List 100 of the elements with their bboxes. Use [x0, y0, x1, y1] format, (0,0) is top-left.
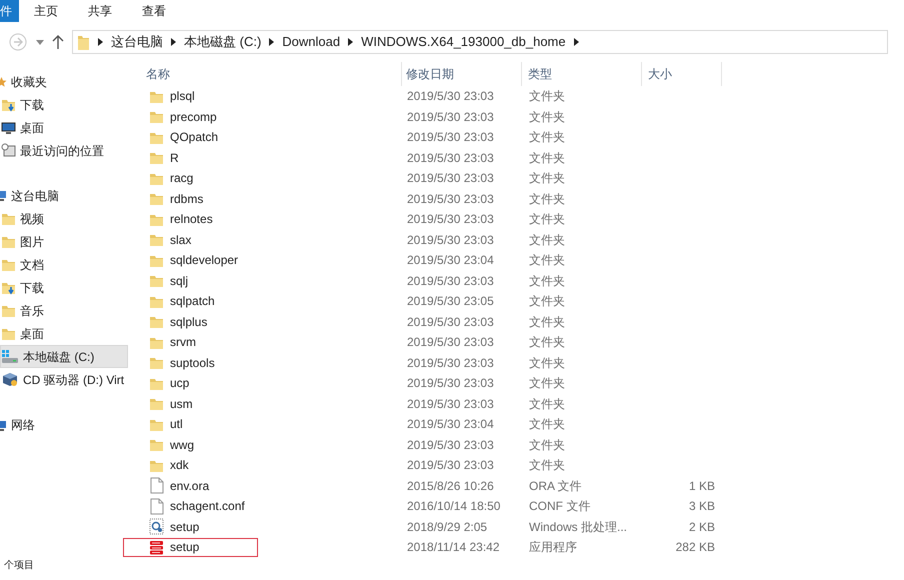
- size-cell-text: 2 KB: [688, 518, 715, 536]
- sidebar-item[interactable]: 本地磁盘 (C:): [0, 345, 128, 368]
- folder-icon: [1, 234, 16, 249]
- folder-icon: [1, 211, 16, 226]
- size-cell-text: 1 KB: [688, 478, 715, 495]
- file-name[interactable]: utl: [170, 415, 183, 434]
- size-cell-text: 282 KB: [674, 539, 715, 556]
- file-name[interactable]: plsql: [170, 87, 195, 106]
- type-cell-text: CONF 文件: [528, 498, 592, 516]
- date-cell-text: 2019/5/30 23:03: [406, 396, 495, 413]
- type-cell-text: ORA 文件: [528, 478, 583, 495]
- file-name[interactable]: wwg: [170, 436, 194, 454]
- ribbon-tab[interactable]: 查看: [127, 0, 181, 22]
- file-name[interactable]: rdbms: [170, 190, 204, 208]
- type-cell-text: 文件夹: [528, 272, 566, 290]
- column-header[interactable]: 大小: [642, 62, 722, 86]
- file-name[interactable]: sqlj: [170, 272, 188, 290]
- column-header[interactable]: 修改日期: [402, 62, 522, 86]
- type-cell-text: 文件夹: [528, 314, 566, 331]
- sidebar-item[interactable]: 下载: [0, 276, 128, 299]
- type-cell-text: 文件夹: [528, 457, 566, 474]
- recent-places-icon: [1, 143, 16, 158]
- sidebar-item[interactable]: 图片: [0, 230, 128, 253]
- type-cell-text: 文件夹: [528, 436, 566, 454]
- date-cell-text: 2019/5/30 23:03: [406, 129, 495, 146]
- date-cell-text: 2019/5/30 23:03: [406, 334, 495, 352]
- file-name[interactable]: QOpatch: [170, 128, 218, 146]
- file-name[interactable]: sqlplus: [170, 312, 208, 331]
- sidebar-item[interactable]: 文档: [0, 253, 128, 276]
- sidebar-heading[interactable]: 网络: [11, 416, 35, 434]
- file-name[interactable]: suptools: [170, 354, 215, 372]
- type-cell-text: 文件夹: [528, 232, 566, 249]
- date-cell-text: 2015/8/26 10:26: [406, 478, 495, 495]
- file-name[interactable]: precomp: [170, 108, 217, 126]
- column-header[interactable]: 类型: [522, 62, 642, 86]
- breadcrumb-item[interactable]: Download: [282, 32, 340, 52]
- address-bar[interactable]: 这台电脑 本地磁盘 (C:) Download WINDOWS.X64_193000_db_home: [72, 30, 888, 54]
- date-cell-text: 2019/5/30 23:03: [406, 170, 495, 188]
- sidebar-item[interactable]: CD 驱动器 (D:) Virt: [0, 368, 128, 391]
- file-name[interactable]: slax: [170, 230, 192, 249]
- folder-icon: [149, 437, 164, 452]
- sidebar-heading[interactable]: 收藏夹: [11, 72, 47, 90]
- file-name[interactable]: relnotes: [170, 210, 213, 228]
- type-cell-text: 文件夹: [528, 375, 566, 392]
- date-cell-text: 2019/5/30 23:03: [406, 272, 495, 290]
- column-header[interactable]: 名称: [146, 62, 402, 86]
- sidebar-item[interactable]: 下载: [0, 93, 128, 116]
- file-name[interactable]: schagent.conf: [170, 497, 245, 516]
- date-cell-text: 2019/5/30 23:03: [406, 150, 495, 167]
- gear-file-icon: [149, 518, 164, 536]
- file-name[interactable]: ucp: [170, 374, 190, 392]
- file-name[interactable]: setup: [170, 538, 200, 556]
- download-folder-icon: [1, 97, 16, 112]
- type-cell-text: 文件夹: [528, 293, 566, 310]
- ribbon-tab[interactable]: 共享: [73, 0, 127, 22]
- sidebar-item[interactable]: 音乐: [0, 299, 128, 322]
- folder-icon: [149, 273, 164, 288]
- breadcrumb-item[interactable]: 本地磁盘 (C:): [184, 32, 262, 52]
- breadcrumb-item[interactable]: 这台电脑: [111, 32, 163, 52]
- folder-icon: [149, 191, 164, 206]
- type-cell-text: 文件夹: [528, 396, 566, 413]
- file-name[interactable]: env.ora: [170, 476, 210, 495]
- date-cell-text: 2019/5/30 23:03: [406, 457, 495, 474]
- type-cell-text: 文件夹: [528, 170, 566, 188]
- file-name[interactable]: srvm: [170, 333, 196, 352]
- sidebar-item[interactable]: 视频: [0, 207, 128, 230]
- date-cell-text: 2019/5/30 23:03: [406, 232, 495, 249]
- file-name[interactable]: xdk: [170, 456, 189, 474]
- folder-icon: [1, 326, 16, 341]
- date-cell-text: 2018/11/14 23:42: [406, 539, 501, 556]
- type-cell-text: 文件夹: [528, 211, 566, 228]
- file-name[interactable]: R: [170, 148, 179, 167]
- type-cell-text: 文件夹: [528, 88, 566, 106]
- file-name[interactable]: setup: [170, 518, 200, 536]
- date-cell-text: 2018/9/29 2:05: [406, 518, 488, 536]
- folder-icon: [1, 303, 16, 318]
- type-cell-text: 文件夹: [528, 416, 566, 434]
- sidebar-heading[interactable]: 这台电脑: [11, 186, 59, 204]
- sidebar-item[interactable]: 最近访问的位置: [0, 139, 128, 162]
- date-cell-text: 2019/5/30 23:05: [406, 293, 495, 310]
- breadcrumb-item[interactable]: WINDOWS.X64_193000_db_home: [361, 32, 566, 52]
- date-cell-text: 2019/5/30 23:03: [406, 375, 495, 392]
- sidebar-item[interactable]: 桌面: [0, 116, 128, 139]
- chevron-icon: [98, 38, 103, 46]
- date-cell-text: 2019/5/30 23:04: [406, 252, 495, 270]
- ribbon-tab[interactable]: 主页: [19, 0, 73, 22]
- folder-icon: [77, 34, 90, 50]
- file-name[interactable]: sqlpatch: [170, 292, 215, 310]
- file-name[interactable]: racg: [170, 169, 194, 188]
- folder-icon: [149, 109, 164, 124]
- file-name[interactable]: usm: [170, 394, 193, 413]
- file-name[interactable]: sqldeveloper: [170, 251, 238, 270]
- sidebar-item[interactable]: 桌面: [0, 322, 128, 345]
- chevron-icon: [171, 38, 176, 46]
- date-cell-text: 2019/5/30 23:03: [406, 314, 495, 331]
- download-folder-icon: [1, 280, 16, 295]
- up-arrow-icon[interactable]: [52, 35, 64, 49]
- ribbon-tab[interactable]: 件: [0, 0, 19, 22]
- caret-icon[interactable]: [36, 40, 44, 44]
- date-cell-text: 2019/5/30 23:03: [406, 190, 495, 208]
